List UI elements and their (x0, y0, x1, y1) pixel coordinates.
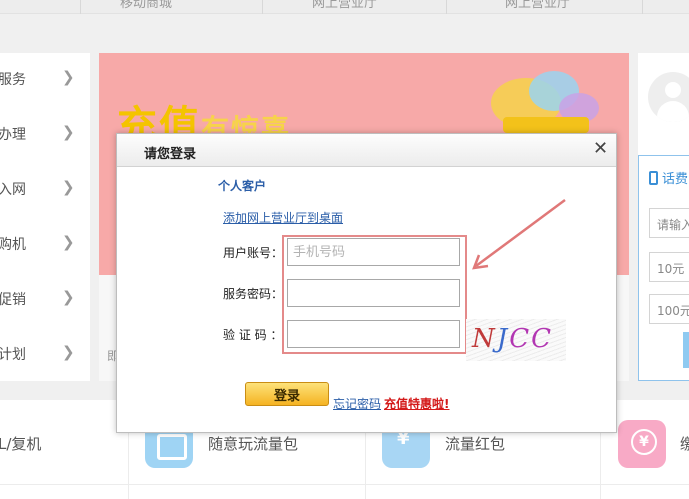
captcha-char: C (509, 324, 532, 354)
left-menu-item-label: 计划 (0, 347, 26, 363)
top-nav-item-fragment[interactable]: 网上营业厅 (312, 0, 377, 11)
avatar-body (657, 101, 689, 122)
close-icon[interactable]: ✕ (593, 139, 608, 159)
recharge-amount-select[interactable]: 10元 (649, 252, 689, 282)
captcha-char: C (531, 324, 553, 354)
left-menu-item-label: 促销 (0, 292, 26, 308)
password-input[interactable] (287, 279, 460, 307)
chevron-right-icon: ❯ (62, 68, 75, 86)
dialog-title: 请您登录 (144, 147, 197, 162)
top-nav-divider (80, 0, 81, 14)
recharge-panel: 话费 请输入 10元 100元 (638, 155, 689, 381)
chevron-right-icon: ❯ (62, 178, 75, 196)
account-input[interactable] (287, 238, 460, 266)
recharge-promo-link[interactable]: 充值特惠啦! (384, 395, 449, 412)
top-nav-item-fragment[interactable]: 移动商城 (120, 0, 172, 11)
recharge-button[interactable] (683, 332, 689, 368)
left-menu-item-label: 购机 (0, 237, 26, 253)
left-menu-item[interactable]: 服务 ❯ (0, 53, 90, 108)
avatar-head (665, 82, 681, 98)
login-button[interactable]: 登录 (245, 382, 329, 406)
forgot-password-link[interactable]: 忘记密码 (333, 395, 381, 412)
captcha-char: N (472, 324, 497, 354)
payment-icon[interactable] (618, 420, 666, 468)
customer-type-tab[interactable]: 个人客户 (218, 177, 266, 194)
left-menu-item-label: 服务 (0, 72, 26, 88)
recharge-amount-select[interactable]: 100元 (649, 294, 689, 324)
chevron-right-icon: ❯ (62, 123, 75, 141)
service-label[interactable]: L/复机 (0, 433, 41, 454)
top-nav-divider (262, 0, 263, 14)
top-nav-item-fragment[interactable]: 网上营业厅 (505, 0, 570, 11)
account-label: 用户账号： (223, 246, 284, 260)
left-menu-item[interactable]: 办理 ❯ (0, 108, 90, 163)
banner-decoration (503, 117, 589, 133)
dialog-titlebar: 请您登录 ✕ (117, 134, 616, 167)
left-menu-item-label: 入网 (0, 182, 26, 198)
password-label: 服务密码： (223, 287, 284, 301)
recharge-title: 话费 (649, 168, 688, 187)
top-nav-divider (446, 0, 447, 14)
chevron-right-icon: ❯ (62, 288, 75, 306)
service-label[interactable]: 随意玩流量包 (208, 433, 298, 454)
captcha-label: 验 证 码 ： (223, 328, 283, 342)
left-menu-item[interactable]: 入网 ❯ (0, 163, 90, 218)
captcha-char: J (496, 324, 510, 354)
service-label[interactable]: 缴 (680, 433, 689, 454)
chevron-right-icon: ❯ (62, 343, 75, 361)
phone-icon (649, 171, 658, 185)
add-to-desktop-link[interactable]: 添加网上营业厅到桌面 (223, 209, 343, 226)
top-nav: 移动商城 网上营业厅 网上营业厅 (0, 0, 689, 14)
captcha-text: NJCC (472, 324, 553, 354)
recharge-phone-input[interactable]: 请输入 (649, 208, 689, 238)
recharge-title-text: 话费 (662, 172, 689, 187)
divider (0, 484, 689, 485)
left-menu-item-label: 办理 (0, 127, 26, 143)
left-menu-item[interactable]: 促销 ❯ (0, 273, 90, 328)
top-nav-divider (642, 0, 643, 14)
captcha-image[interactable]: NJCC (466, 319, 566, 361)
login-dialog: 请您登录 ✕ 个人客户 添加网上营业厅到桌面 用户账号： 服务密码： 验 证 码… (116, 133, 617, 433)
captcha-input[interactable] (287, 320, 460, 348)
left-menu-item[interactable]: 购机 ❯ (0, 218, 90, 273)
service-label[interactable]: 流量红包 (445, 433, 505, 454)
chevron-right-icon: ❯ (62, 233, 75, 251)
left-menu: 服务 ❯ 办理 ❯ 入网 ❯ 购机 ❯ 促销 ❯ 计划 ❯ (0, 53, 90, 381)
left-menu-item[interactable]: 计划 ❯ (0, 328, 90, 383)
